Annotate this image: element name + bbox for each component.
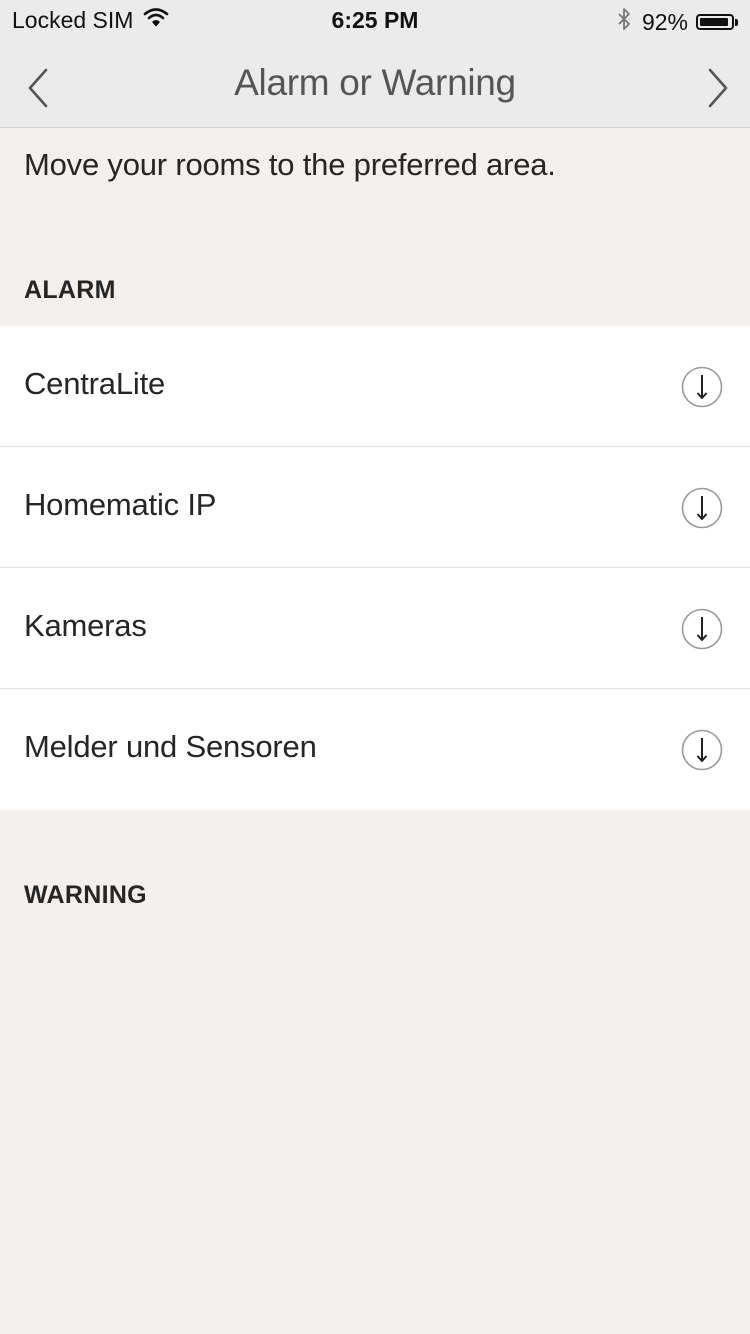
arrow-down-circle-icon[interactable] <box>681 366 723 408</box>
list-item-label: CentraLite <box>24 366 166 401</box>
alarm-list: CentraLite Homematic IP Kameras Melder u… <box>0 326 750 810</box>
list-item-label: Melder und Sensoren <box>24 729 317 764</box>
arrow-down-circle-icon[interactable] <box>681 729 723 771</box>
battery-tip <box>735 18 738 26</box>
section-header-warning: WARNING <box>24 881 147 909</box>
status-bar: Locked SIM 6:25 PM 92% <box>0 0 750 40</box>
status-right: 92% <box>616 7 738 37</box>
navigation-bar: Alarm or Warning <box>0 40 750 128</box>
battery-level <box>700 18 728 26</box>
bluetooth-icon <box>616 7 632 37</box>
page-title: Alarm or Warning <box>234 62 516 103</box>
section-header-alarm: ALARM <box>24 276 116 304</box>
intro-text: Move your rooms to the preferred area. <box>24 147 556 182</box>
forward-button[interactable] <box>698 66 738 110</box>
battery-percent: 92% <box>641 8 688 35</box>
list-item-label: Kameras <box>24 608 147 643</box>
list-item-label: Homematic IP <box>24 487 217 522</box>
list-item[interactable]: Kameras <box>0 568 750 689</box>
chevron-right-icon <box>708 68 728 108</box>
battery-icon <box>696 14 734 30</box>
list-item[interactable]: CentraLite <box>0 326 750 447</box>
arrow-down-circle-icon[interactable] <box>681 487 723 529</box>
list-item[interactable]: Melder und Sensoren <box>0 689 750 810</box>
list-item[interactable]: Homematic IP <box>0 447 750 568</box>
arrow-down-circle-icon[interactable] <box>681 608 723 650</box>
